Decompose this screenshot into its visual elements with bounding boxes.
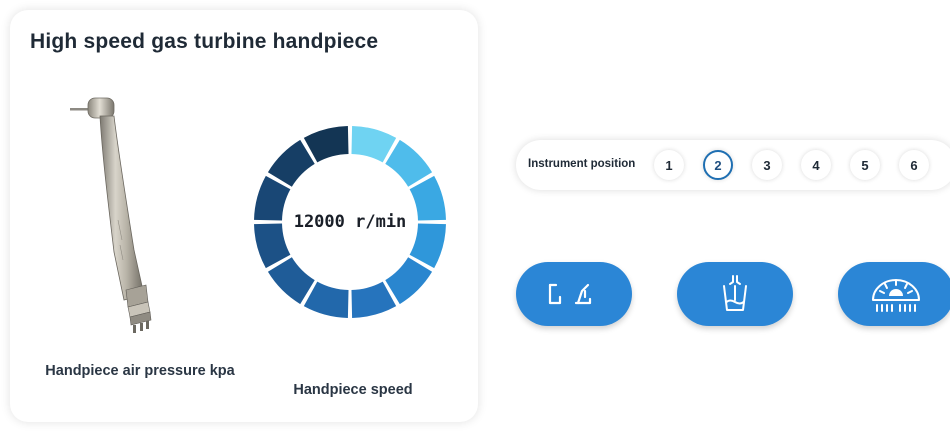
chair-position-icon xyxy=(548,283,592,305)
speed-value: 12000 r/min xyxy=(293,212,407,232)
cup-fill-button[interactable] xyxy=(677,262,793,326)
position-button-4[interactable]: 4 xyxy=(801,150,831,180)
card-title: High speed gas turbine handpiece xyxy=(30,30,379,53)
operating-light-icon xyxy=(872,279,920,312)
cup-fill-icon xyxy=(723,275,747,311)
position-button-6[interactable]: 6 xyxy=(899,150,929,180)
instrument-position-bar: Instrument position 1 2 3 4 5 6 xyxy=(516,140,950,190)
chair-position-button[interactable] xyxy=(516,262,632,326)
handpiece-speed-label: Handpiece speed xyxy=(293,382,413,398)
handpiece-card: High speed gas turbine handpiece Handpie… xyxy=(10,10,478,422)
position-button-1[interactable]: 1 xyxy=(654,150,684,180)
page: High speed gas turbine handpiece Handpie… xyxy=(0,0,950,434)
position-button-3[interactable]: 3 xyxy=(752,150,782,180)
air-pressure-label: Handpiece air pressure kpa xyxy=(45,363,235,379)
instrument-position-label: Instrument position xyxy=(528,158,636,170)
handpiece-image xyxy=(70,97,152,333)
operating-light-button[interactable] xyxy=(838,262,950,326)
position-button-2[interactable]: 2 xyxy=(703,150,733,180)
position-button-5[interactable]: 5 xyxy=(850,150,880,180)
